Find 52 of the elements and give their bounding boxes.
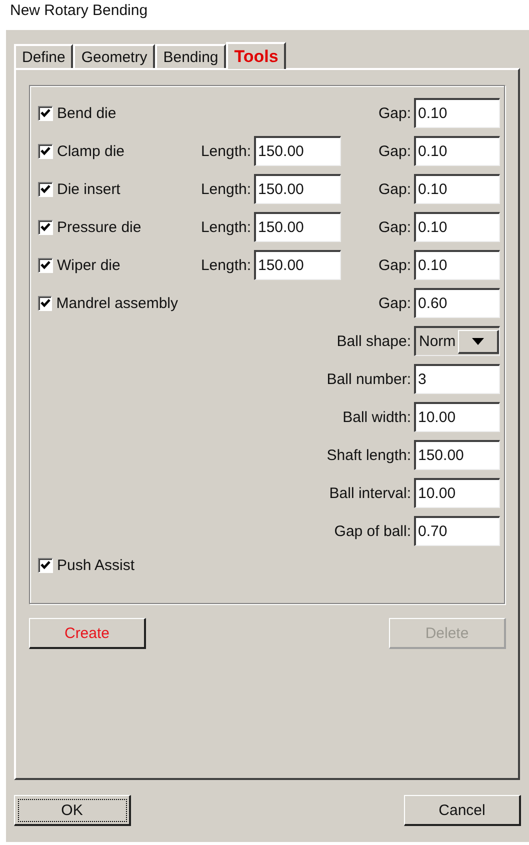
gap-field[interactable]: 0.10 — [414, 250, 500, 280]
field-label: Length: — [200, 218, 251, 236]
length-field[interactable]: 150.00 — [254, 212, 341, 242]
field-label: Ball width: — [342, 408, 411, 426]
checkbox-label: Mandrel assembly — [56, 294, 178, 312]
field-label: Gap of ball: — [333, 522, 411, 540]
field-label: Gap: — [377, 294, 411, 312]
tab[interactable]: Geometry — [73, 44, 156, 68]
gap-field[interactable]: 0.10 — [414, 174, 500, 204]
field-label: Ball number: — [326, 370, 411, 388]
checkbox[interactable] — [38, 182, 53, 196]
field-label: Length: — [200, 256, 251, 274]
checkbox[interactable] — [38, 558, 53, 573]
checkbox[interactable] — [38, 144, 53, 158]
field-label: Ball interval: — [328, 484, 411, 502]
gap-field[interactable]: 0.60 — [414, 288, 500, 318]
length-field[interactable]: 150.00 — [254, 136, 341, 166]
field-label: Gap: — [377, 256, 411, 274]
field-label: Length: — [200, 142, 251, 160]
checkbox[interactable] — [38, 296, 52, 310]
input-field[interactable]: 10.00 — [414, 478, 500, 508]
checkbox-label: Bend die — [57, 104, 116, 122]
input-field[interactable]: 150.00 — [414, 440, 500, 470]
field-label: Length: — [200, 180, 251, 198]
length-field[interactable]: 150.00 — [254, 174, 341, 204]
checkbox-label: Wiper die — [57, 256, 120, 274]
checkbox[interactable] — [38, 106, 53, 120]
field-label: Gap: — [377, 142, 411, 160]
length-field[interactable]: 150.00 — [254, 250, 341, 280]
gap-field[interactable]: 0.10 — [414, 212, 500, 242]
field-label: Ball shape: — [336, 332, 411, 350]
ok-button[interactable]: OK — [14, 795, 131, 826]
checkbox-label: Clamp die — [57, 142, 125, 160]
dropdown[interactable]: Norm — [414, 326, 500, 356]
input-field[interactable]: 0.70 — [414, 516, 500, 546]
checkbox-label: Push Assist — [57, 557, 135, 574]
checkbox[interactable] — [38, 258, 53, 272]
input-field[interactable]: 10.00 — [414, 402, 500, 432]
field-label: Gap: — [377, 218, 411, 236]
gap-field[interactable]: 0.10 — [414, 98, 500, 128]
checkbox-label: Die insert — [57, 180, 120, 198]
cancel-button[interactable]: Cancel — [404, 795, 521, 826]
checkbox[interactable] — [38, 220, 53, 234]
field-label: Gap: — [377, 104, 411, 122]
tab[interactable]: Bending — [155, 44, 226, 68]
checkbox-label: Pressure die — [57, 218, 142, 236]
field-label: Gap: — [377, 180, 411, 198]
input-field[interactable]: 3 — [414, 364, 500, 394]
window-title: New Rotary Bending — [9, 1, 149, 21]
field-label: Shaft length: — [326, 446, 411, 464]
gap-field[interactable]: 0.10 — [414, 136, 500, 166]
tab[interactable]: Define — [14, 44, 74, 68]
